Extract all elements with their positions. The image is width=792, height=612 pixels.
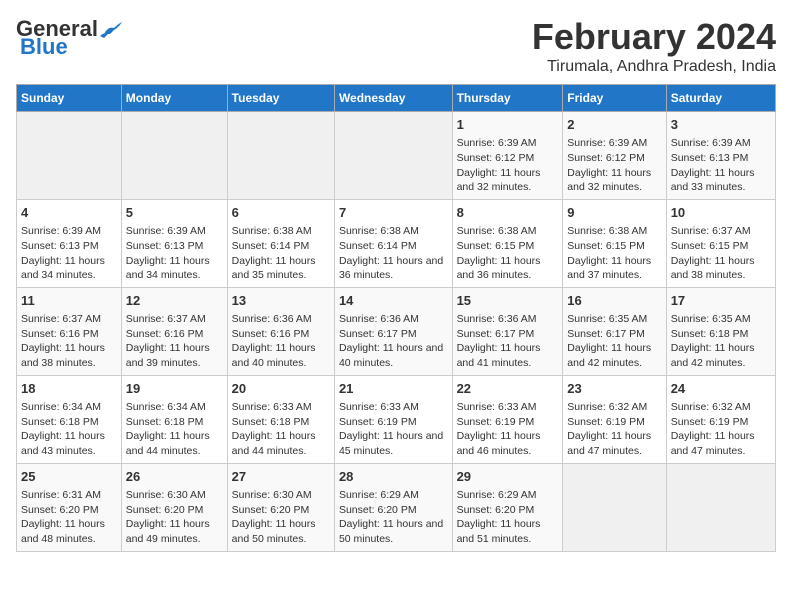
calendar-cell: 12Sunrise: 6:37 AMSunset: 6:16 PMDayligh… bbox=[121, 287, 227, 375]
logo-blue: Blue bbox=[20, 34, 68, 60]
calendar-cell: 11Sunrise: 6:37 AMSunset: 6:16 PMDayligh… bbox=[17, 287, 122, 375]
calendar-table: SundayMondayTuesdayWednesdayThursdayFrid… bbox=[16, 84, 776, 552]
day-number: 12 bbox=[126, 292, 223, 310]
day-number: 10 bbox=[671, 204, 771, 222]
calendar-cell: 16Sunrise: 6:35 AMSunset: 6:17 PMDayligh… bbox=[563, 287, 666, 375]
calendar-cell: 5Sunrise: 6:39 AMSunset: 6:13 PMDaylight… bbox=[121, 199, 227, 287]
calendar-cell: 23Sunrise: 6:32 AMSunset: 6:19 PMDayligh… bbox=[563, 375, 666, 463]
calendar-cell: 28Sunrise: 6:29 AMSunset: 6:20 PMDayligh… bbox=[334, 463, 452, 551]
header-saturday: Saturday bbox=[666, 85, 775, 112]
title-section: February 2024 Tirumala, Andhra Pradesh, … bbox=[532, 16, 776, 76]
calendar-cell bbox=[563, 463, 666, 551]
calendar-cell bbox=[121, 112, 227, 200]
day-number: 18 bbox=[21, 380, 117, 398]
header-tuesday: Tuesday bbox=[227, 85, 334, 112]
calendar-cell: 26Sunrise: 6:30 AMSunset: 6:20 PMDayligh… bbox=[121, 463, 227, 551]
calendar-cell: 22Sunrise: 6:33 AMSunset: 6:19 PMDayligh… bbox=[452, 375, 563, 463]
day-number: 22 bbox=[457, 380, 559, 398]
week-row-4: 25Sunrise: 6:31 AMSunset: 6:20 PMDayligh… bbox=[17, 463, 776, 551]
calendar-cell: 6Sunrise: 6:38 AMSunset: 6:14 PMDaylight… bbox=[227, 199, 334, 287]
week-row-2: 11Sunrise: 6:37 AMSunset: 6:16 PMDayligh… bbox=[17, 287, 776, 375]
calendar-cell: 18Sunrise: 6:34 AMSunset: 6:18 PMDayligh… bbox=[17, 375, 122, 463]
calendar-subtitle: Tirumala, Andhra Pradesh, India bbox=[532, 58, 776, 76]
day-number: 15 bbox=[457, 292, 559, 310]
calendar-cell: 24Sunrise: 6:32 AMSunset: 6:19 PMDayligh… bbox=[666, 375, 775, 463]
day-number: 21 bbox=[339, 380, 448, 398]
day-number: 6 bbox=[232, 204, 330, 222]
day-number: 14 bbox=[339, 292, 448, 310]
header-thursday: Thursday bbox=[452, 85, 563, 112]
day-number: 20 bbox=[232, 380, 330, 398]
day-number: 11 bbox=[21, 292, 117, 310]
day-number: 7 bbox=[339, 204, 448, 222]
calendar-cell: 2Sunrise: 6:39 AMSunset: 6:12 PMDaylight… bbox=[563, 112, 666, 200]
calendar-title: February 2024 bbox=[532, 16, 776, 58]
week-row-1: 4Sunrise: 6:39 AMSunset: 6:13 PMDaylight… bbox=[17, 199, 776, 287]
day-number: 4 bbox=[21, 204, 117, 222]
header: General Blue February 2024 Tirumala, And… bbox=[16, 16, 776, 76]
week-row-3: 18Sunrise: 6:34 AMSunset: 6:18 PMDayligh… bbox=[17, 375, 776, 463]
calendar-cell: 14Sunrise: 6:36 AMSunset: 6:17 PMDayligh… bbox=[334, 287, 452, 375]
day-number: 17 bbox=[671, 292, 771, 310]
day-number: 25 bbox=[21, 468, 117, 486]
logo-bird-icon bbox=[100, 20, 122, 38]
calendar-cell: 13Sunrise: 6:36 AMSunset: 6:16 PMDayligh… bbox=[227, 287, 334, 375]
day-number: 29 bbox=[457, 468, 559, 486]
logo: General Blue bbox=[16, 16, 122, 60]
day-number: 5 bbox=[126, 204, 223, 222]
day-number: 19 bbox=[126, 380, 223, 398]
day-number: 16 bbox=[567, 292, 661, 310]
calendar-cell: 29Sunrise: 6:29 AMSunset: 6:20 PMDayligh… bbox=[452, 463, 563, 551]
day-number: 2 bbox=[567, 116, 661, 134]
day-number: 27 bbox=[232, 468, 330, 486]
day-number: 9 bbox=[567, 204, 661, 222]
day-number: 23 bbox=[567, 380, 661, 398]
calendar-cell bbox=[227, 112, 334, 200]
calendar-cell: 17Sunrise: 6:35 AMSunset: 6:18 PMDayligh… bbox=[666, 287, 775, 375]
calendar-header-row: SundayMondayTuesdayWednesdayThursdayFrid… bbox=[17, 85, 776, 112]
day-number: 1 bbox=[457, 116, 559, 134]
header-wednesday: Wednesday bbox=[334, 85, 452, 112]
calendar-cell: 27Sunrise: 6:30 AMSunset: 6:20 PMDayligh… bbox=[227, 463, 334, 551]
calendar-cell: 1Sunrise: 6:39 AMSunset: 6:12 PMDaylight… bbox=[452, 112, 563, 200]
calendar-cell: 4Sunrise: 6:39 AMSunset: 6:13 PMDaylight… bbox=[17, 199, 122, 287]
header-friday: Friday bbox=[563, 85, 666, 112]
day-number: 3 bbox=[671, 116, 771, 134]
day-number: 28 bbox=[339, 468, 448, 486]
calendar-cell: 15Sunrise: 6:36 AMSunset: 6:17 PMDayligh… bbox=[452, 287, 563, 375]
calendar-cell bbox=[17, 112, 122, 200]
calendar-cell: 9Sunrise: 6:38 AMSunset: 6:15 PMDaylight… bbox=[563, 199, 666, 287]
header-monday: Monday bbox=[121, 85, 227, 112]
week-row-0: 1Sunrise: 6:39 AMSunset: 6:12 PMDaylight… bbox=[17, 112, 776, 200]
calendar-cell: 8Sunrise: 6:38 AMSunset: 6:15 PMDaylight… bbox=[452, 199, 563, 287]
calendar-cell bbox=[666, 463, 775, 551]
day-number: 26 bbox=[126, 468, 223, 486]
calendar-cell: 25Sunrise: 6:31 AMSunset: 6:20 PMDayligh… bbox=[17, 463, 122, 551]
day-number: 8 bbox=[457, 204, 559, 222]
calendar-cell: 3Sunrise: 6:39 AMSunset: 6:13 PMDaylight… bbox=[666, 112, 775, 200]
calendar-cell: 19Sunrise: 6:34 AMSunset: 6:18 PMDayligh… bbox=[121, 375, 227, 463]
day-number: 24 bbox=[671, 380, 771, 398]
day-number: 13 bbox=[232, 292, 330, 310]
calendar-cell: 7Sunrise: 6:38 AMSunset: 6:14 PMDaylight… bbox=[334, 199, 452, 287]
calendar-cell: 20Sunrise: 6:33 AMSunset: 6:18 PMDayligh… bbox=[227, 375, 334, 463]
calendar-cell bbox=[334, 112, 452, 200]
header-sunday: Sunday bbox=[17, 85, 122, 112]
calendar-cell: 21Sunrise: 6:33 AMSunset: 6:19 PMDayligh… bbox=[334, 375, 452, 463]
calendar-cell: 10Sunrise: 6:37 AMSunset: 6:15 PMDayligh… bbox=[666, 199, 775, 287]
